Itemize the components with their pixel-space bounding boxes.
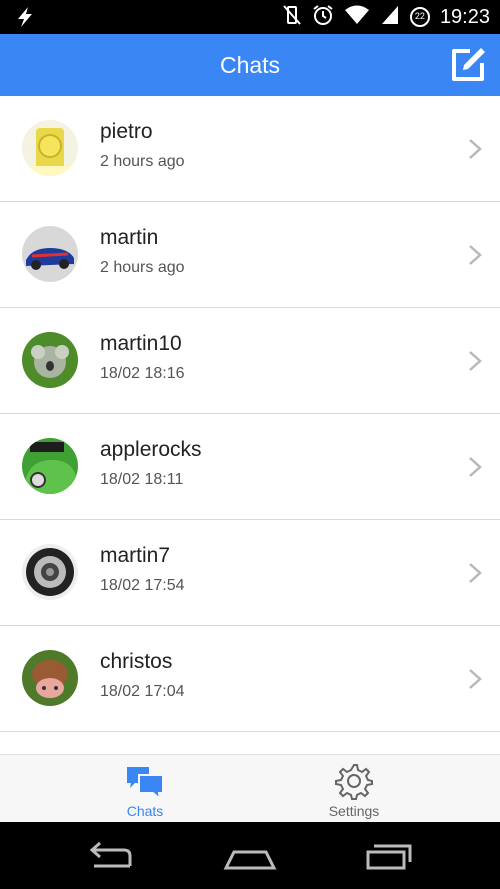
alarm-icon <box>312 4 334 30</box>
list-item[interactable]: martin7 18/02 17:54 <box>0 520 500 626</box>
app-bar: Chats <box>0 34 500 96</box>
chats-icon <box>127 767 164 801</box>
chat-name: martin10 <box>100 332 182 355</box>
list-item[interactable]: martin10 18/02 18:16 <box>0 308 500 414</box>
chat-name: applerocks <box>100 438 202 461</box>
avatar <box>22 544 78 600</box>
signal-icon <box>380 4 400 30</box>
back-button[interactable] <box>72 832 152 880</box>
battery-level: 22 <box>414 12 425 22</box>
status-bar: 22 19:23 <box>0 0 500 34</box>
avatar <box>22 332 78 388</box>
chat-name: martin <box>100 226 159 249</box>
chevron-right-icon <box>469 351 482 371</box>
recents-button[interactable] <box>350 832 430 880</box>
system-navigation-bar <box>0 822 500 889</box>
status-time: 19:23 <box>439 5 490 28</box>
list-item[interactable]: martin 2 hours ago <box>0 202 500 308</box>
chevron-right-icon <box>469 563 482 583</box>
compose-button[interactable] <box>448 45 488 85</box>
chevron-right-icon <box>469 139 482 159</box>
chat-name: martin7 <box>100 544 171 567</box>
chat-time: 18/02 17:54 <box>100 577 185 594</box>
lightning-icon <box>14 6 36 32</box>
vibrate-off-icon <box>282 4 302 30</box>
chat-name: pietro <box>100 120 153 143</box>
chat-time: 2 hours ago <box>100 153 185 170</box>
avatar <box>22 226 78 282</box>
wifi-icon <box>344 4 370 30</box>
list-item[interactable]: christos 18/02 17:04 <box>0 626 500 732</box>
gear-icon <box>335 764 373 800</box>
avatar <box>22 438 78 494</box>
avatar <box>22 650 78 706</box>
home-icon <box>223 850 277 870</box>
chat-list[interactable]: pietro 2 hours ago martin 2 hours ago ma… <box>0 96 500 754</box>
chevron-right-icon <box>469 457 482 477</box>
tab-label: Settings <box>328 803 380 819</box>
chat-time: 2 hours ago <box>100 259 185 276</box>
chevron-right-icon <box>469 245 482 265</box>
recents-icon <box>366 844 412 870</box>
page-title: Chats <box>219 52 281 78</box>
chat-time: 18/02 18:16 <box>100 365 185 382</box>
battery-icon: 22 <box>409 7 430 27</box>
list-item[interactable]: applerocks 18/02 18:11 <box>0 414 500 520</box>
chevron-right-icon <box>469 669 482 689</box>
tab-settings[interactable]: Settings <box>229 755 479 823</box>
chat-time: 18/02 17:04 <box>100 683 185 700</box>
back-icon <box>89 841 132 868</box>
chat-name: christos <box>100 650 173 673</box>
home-button[interactable] <box>210 832 290 880</box>
list-item[interactable] <box>0 732 500 754</box>
avatar <box>22 120 78 176</box>
list-item[interactable]: pietro 2 hours ago <box>0 96 500 202</box>
chat-time: 18/02 18:11 <box>100 471 184 488</box>
compose-icon <box>452 48 485 81</box>
tab-bar: Chats Settings <box>0 754 500 823</box>
